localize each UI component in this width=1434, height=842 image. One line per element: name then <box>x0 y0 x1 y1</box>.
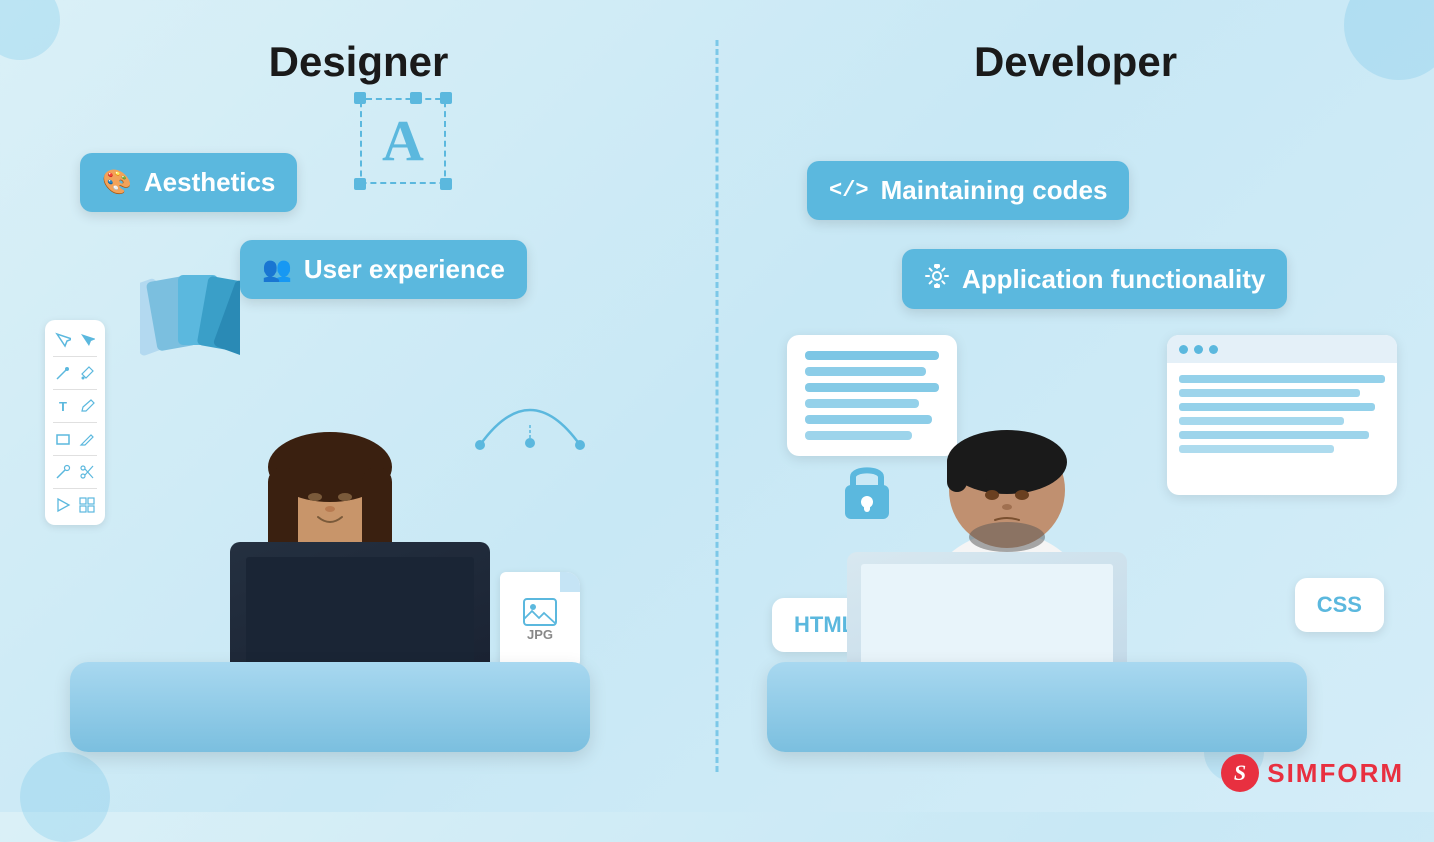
palette-icon: 🎨 <box>102 168 132 197</box>
browser-line-6 <box>1179 445 1334 453</box>
handle-tc <box>410 92 422 104</box>
css-badge: CSS <box>1295 578 1384 632</box>
simform-brand-name: SIMFORM <box>1267 758 1404 789</box>
browser-mockup <box>1167 335 1397 495</box>
gear-icon <box>924 263 950 295</box>
toolbar-row-3: T <box>53 396 97 416</box>
chip-ux-label: User experience <box>304 254 505 285</box>
simform-logo-icon: S <box>1221 754 1259 792</box>
toolbar-row-4 <box>53 429 97 449</box>
css-label: CSS <box>1317 592 1362 617</box>
play-icon <box>53 495 73 515</box>
image-placeholder-icon <box>522 597 558 627</box>
scissors-icon <box>77 462 97 482</box>
toolbar-divider-3 <box>53 422 97 423</box>
jpg-label: JPG <box>527 627 553 642</box>
browser-line-2 <box>1179 389 1360 397</box>
type-a-area: A <box>360 98 446 184</box>
deco-circle-tl <box>0 0 60 60</box>
file-corner <box>560 572 580 592</box>
simform-logo: S SIMFORM <box>1221 754 1404 792</box>
browser-line-3 <box>1179 403 1375 411</box>
pencil-icon <box>77 396 97 416</box>
browser-dot-2 <box>1194 345 1203 354</box>
browser-line-1 <box>1179 375 1385 383</box>
designer-desk <box>70 662 590 752</box>
deco-circle-tr <box>1344 0 1434 80</box>
wand-icon <box>53 462 73 482</box>
toolbar-divider-5 <box>53 488 97 489</box>
handle-br <box>440 178 452 190</box>
toolbar-divider-2 <box>53 389 97 390</box>
chip-appfunc-label: Application functionality <box>962 264 1265 295</box>
chip-maintaining-codes: </> Maintaining codes <box>807 161 1129 220</box>
center-divider <box>716 40 719 772</box>
browser-dot-3 <box>1209 345 1218 354</box>
handle-tl <box>354 92 366 104</box>
edit-icon <box>77 429 97 449</box>
toolbar-divider-4 <box>53 455 97 456</box>
developer-title: Developer <box>974 38 1177 86</box>
pen-icon <box>53 363 73 383</box>
rect-icon <box>53 429 73 449</box>
svg-text:S: S <box>1234 760 1246 785</box>
chip-app-functionality: Application functionality <box>902 249 1287 309</box>
deco-circle-bl <box>20 752 110 842</box>
type-a-letter: A <box>360 98 446 184</box>
developer-desk <box>767 662 1307 752</box>
text-icon: T <box>53 396 73 416</box>
designer-section: Designer 🎨 Aesthetics 👥 User experience … <box>0 0 717 812</box>
cursor2-icon <box>77 330 97 350</box>
chip-aesthetics-label: Aesthetics <box>144 167 276 198</box>
browser-line-5 <box>1179 431 1369 439</box>
browser-content <box>1167 363 1397 465</box>
designer-title: Designer <box>269 38 449 86</box>
cursor-icon <box>53 330 73 350</box>
users-icon: 👥 <box>262 255 292 284</box>
settings-icon-svg <box>924 263 950 289</box>
handle-tr <box>440 92 452 104</box>
design-toolbar: T <box>45 320 105 525</box>
code-bracket-icon: </> <box>829 178 869 203</box>
dropper-icon <box>77 363 97 383</box>
chip-codes-label: Maintaining codes <box>881 175 1108 206</box>
chip-aesthetics: 🎨 Aesthetics <box>80 153 297 212</box>
developer-section: Developer </> Maintaining codes Applicat… <box>717 0 1434 812</box>
toolbar-row-1 <box>53 330 97 350</box>
browser-line-4 <box>1179 417 1344 425</box>
toolbar-divider-1 <box>53 356 97 357</box>
toolbar-row-6 <box>53 495 97 515</box>
jpg-file: JPG <box>500 572 580 667</box>
toolbar-row-5 <box>53 462 97 482</box>
chip-ux: 👥 User experience <box>240 240 527 299</box>
handle-bl <box>354 178 366 190</box>
toolbar-row-2 <box>53 363 97 383</box>
grid-icon <box>77 495 97 515</box>
file-icon: JPG <box>500 572 580 667</box>
browser-bar <box>1167 335 1397 363</box>
